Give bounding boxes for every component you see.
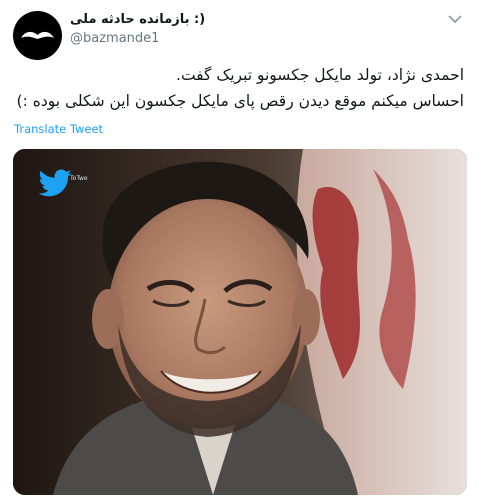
tweet-media-image[interactable]: ToTwe <box>13 149 467 495</box>
mustache-icon <box>21 31 54 39</box>
tweet-text: احمدی نژاد، تولد مایکل جکسونو تبریک گفت.… <box>14 62 464 114</box>
translate-tweet-link[interactable]: Translate Tweet <box>14 122 103 136</box>
user-handle[interactable]: @bazmande1 <box>70 31 159 46</box>
watermark-text: ToTwe <box>70 175 88 182</box>
more-options-button[interactable] <box>444 10 466 28</box>
chevron-down-icon <box>448 14 462 23</box>
display-name[interactable]: بازمانده حادثه ملی :) <box>70 12 330 27</box>
tweet-text-line: احمدی نژاد، تولد مایکل جکسونو تبریک گفت. <box>176 66 464 84</box>
photo-illustration <box>13 149 467 495</box>
avatar[interactable] <box>13 11 62 60</box>
tweet-text-line: احساس میکنم موقع دیدن رقص پای مایکل جکسو… <box>16 92 464 110</box>
twitter-bird-icon <box>38 169 72 197</box>
